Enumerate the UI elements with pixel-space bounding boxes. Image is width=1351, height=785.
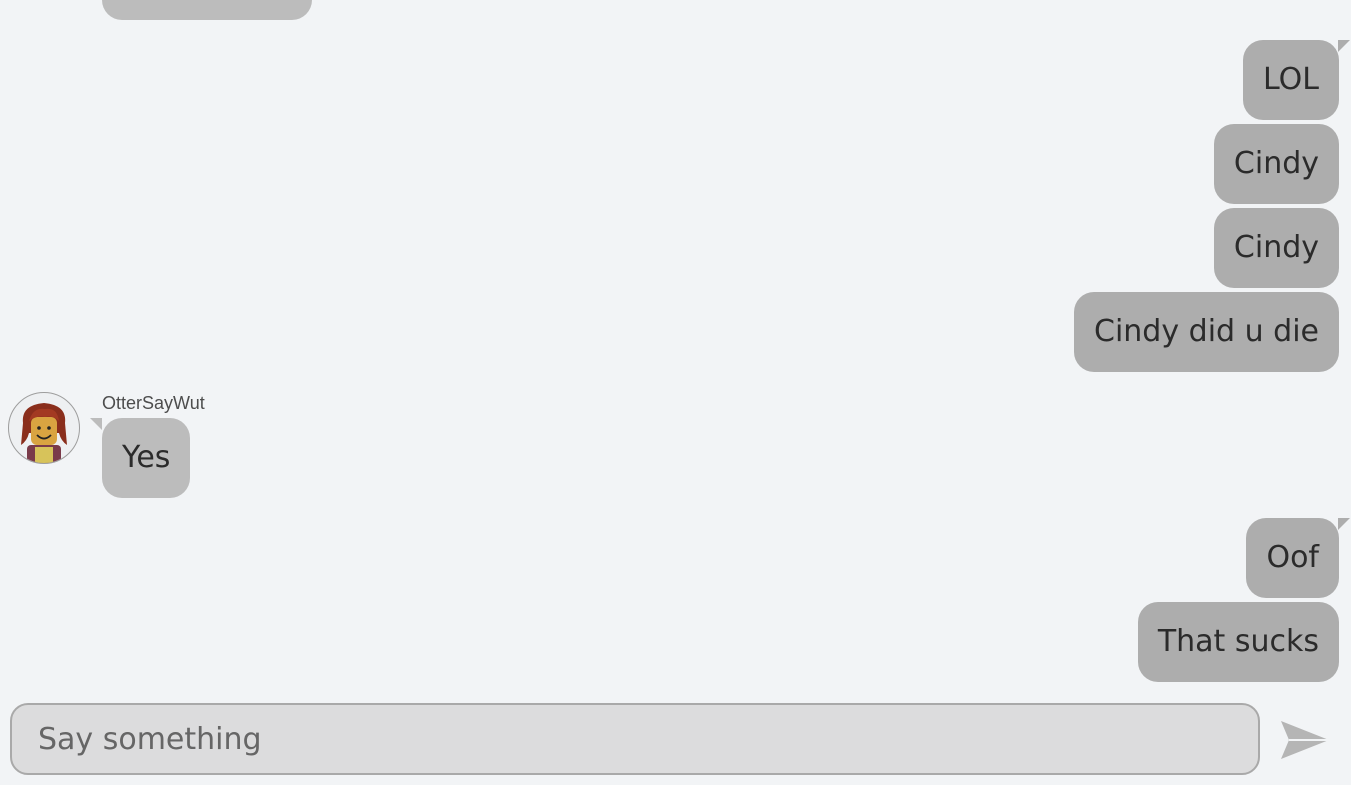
message-text: Cindy (1233, 146, 1319, 181)
chat-window: LOL Cindy Cindy Cindy did u die OtterSay… (0, 0, 1351, 785)
avatar-character-icon (21, 403, 67, 463)
message-bubble-outgoing[interactable]: That sucks (1137, 602, 1339, 682)
message-bubble-outgoing[interactable]: Cindy did u die (1074, 292, 1339, 372)
message-text: Oof (1266, 540, 1319, 575)
message-bubble-partial (102, 0, 312, 20)
avatar[interactable] (8, 392, 80, 464)
message-text: That sucks (1157, 624, 1319, 659)
message-text: Cindy did u die (1094, 314, 1319, 349)
message-text: LOL (1263, 62, 1319, 97)
message-text: Cindy (1233, 230, 1319, 265)
message-text: Yes (122, 440, 171, 475)
sender-name: OtterSayWut (102, 393, 205, 413)
send-button[interactable] (1275, 713, 1335, 767)
message-input[interactable] (36, 720, 1234, 758)
message-composer[interactable] (10, 703, 1260, 775)
message-bubble-outgoing[interactable]: Oof (1246, 518, 1350, 598)
message-bubble-outgoing[interactable]: LOL (1243, 40, 1350, 120)
message-bubble-outgoing[interactable]: Cindy (1213, 124, 1339, 204)
send-arrow-icon (1281, 721, 1329, 759)
message-bubble-incoming[interactable]: Yes (89, 418, 191, 498)
message-bubble-outgoing[interactable]: Cindy (1213, 208, 1339, 288)
